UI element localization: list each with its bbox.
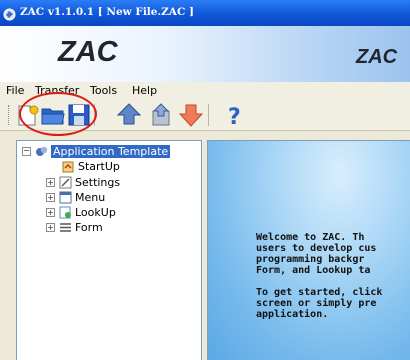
toolbar-separator bbox=[94, 104, 95, 126]
tree-node-lookup[interactable]: + LookUp bbox=[46, 205, 116, 219]
lookup-icon bbox=[59, 206, 72, 219]
menu-icon bbox=[59, 191, 72, 204]
help-button[interactable]: ? bbox=[222, 102, 248, 128]
toolbar-separator bbox=[208, 104, 209, 126]
save-button[interactable] bbox=[66, 102, 92, 128]
upload-device-icon bbox=[152, 103, 170, 126]
tree-node-menu[interactable]: + Menu bbox=[46, 190, 105, 204]
save-icon bbox=[68, 104, 90, 126]
window-title: ZAC v1.1.0.1 [ New File.ZAC ] bbox=[20, 6, 194, 18]
expand-toggle[interactable]: + bbox=[46, 222, 55, 232]
menu-tools[interactable]: Tools bbox=[90, 84, 117, 97]
expand-toggle[interactable]: + bbox=[46, 192, 55, 202]
menu-file[interactable]: File bbox=[6, 84, 24, 97]
tree-node-startup[interactable]: StartUp bbox=[62, 159, 120, 173]
tree-node-root[interactable]: − Application Template bbox=[22, 144, 171, 158]
download-button[interactable] bbox=[178, 102, 204, 128]
upload-device-button[interactable] bbox=[148, 102, 174, 128]
tree-node-label: Application Template bbox=[51, 144, 171, 158]
settings-icon bbox=[59, 176, 72, 189]
logo-left: ZAC bbox=[58, 36, 118, 68]
menu-bar: File Transfer Tools Help bbox=[0, 82, 410, 100]
open-folder-icon bbox=[41, 108, 65, 125]
help-icon: ? bbox=[228, 105, 241, 128]
application-icon bbox=[35, 145, 48, 158]
tree-node-label: Settings bbox=[75, 175, 121, 189]
new-file-icon bbox=[18, 105, 39, 126]
open-file-button[interactable] bbox=[40, 102, 66, 128]
menu-transfer[interactable]: Transfer bbox=[35, 84, 79, 97]
menu-help[interactable]: Help bbox=[132, 84, 157, 97]
banner: ZAC ZAC bbox=[0, 26, 410, 82]
welcome-text: Welcome to ZAC. Th users to develop cus pr… bbox=[256, 232, 383, 320]
tree-node-label: Form bbox=[75, 220, 103, 234]
tree-node-form[interactable]: + Form bbox=[46, 220, 103, 234]
title-bar[interactable]: ZAC v1.1.0.1 [ New File.ZAC ] bbox=[0, 0, 410, 26]
download-arrow-icon bbox=[178, 104, 204, 127]
svg-text:?: ? bbox=[228, 105, 241, 128]
logo-right: ZAC bbox=[356, 46, 398, 68]
startup-icon bbox=[62, 160, 75, 173]
toolbar-grip bbox=[8, 105, 11, 125]
new-file-button[interactable] bbox=[14, 102, 40, 128]
tree-node-label: StartUp bbox=[78, 159, 120, 173]
upload-arrow-icon bbox=[116, 103, 142, 125]
tree-node-settings[interactable]: + Settings bbox=[46, 175, 120, 189]
expand-toggle[interactable]: + bbox=[46, 207, 55, 217]
form-icon bbox=[59, 221, 72, 234]
tree-node-label: LookUp bbox=[75, 205, 116, 219]
toolbar: ? bbox=[0, 100, 410, 131]
welcome-panel: Welcome to ZAC. Th users to develop cus pr… bbox=[207, 140, 410, 360]
collapse-toggle[interactable]: − bbox=[22, 146, 31, 156]
tree-panel[interactable]: − Application Template StartUp + Setting… bbox=[16, 140, 202, 360]
app-icon bbox=[3, 6, 16, 21]
tree-node-label: Menu bbox=[75, 190, 106, 204]
upload-button[interactable] bbox=[116, 102, 142, 128]
expand-toggle[interactable]: + bbox=[46, 177, 55, 187]
